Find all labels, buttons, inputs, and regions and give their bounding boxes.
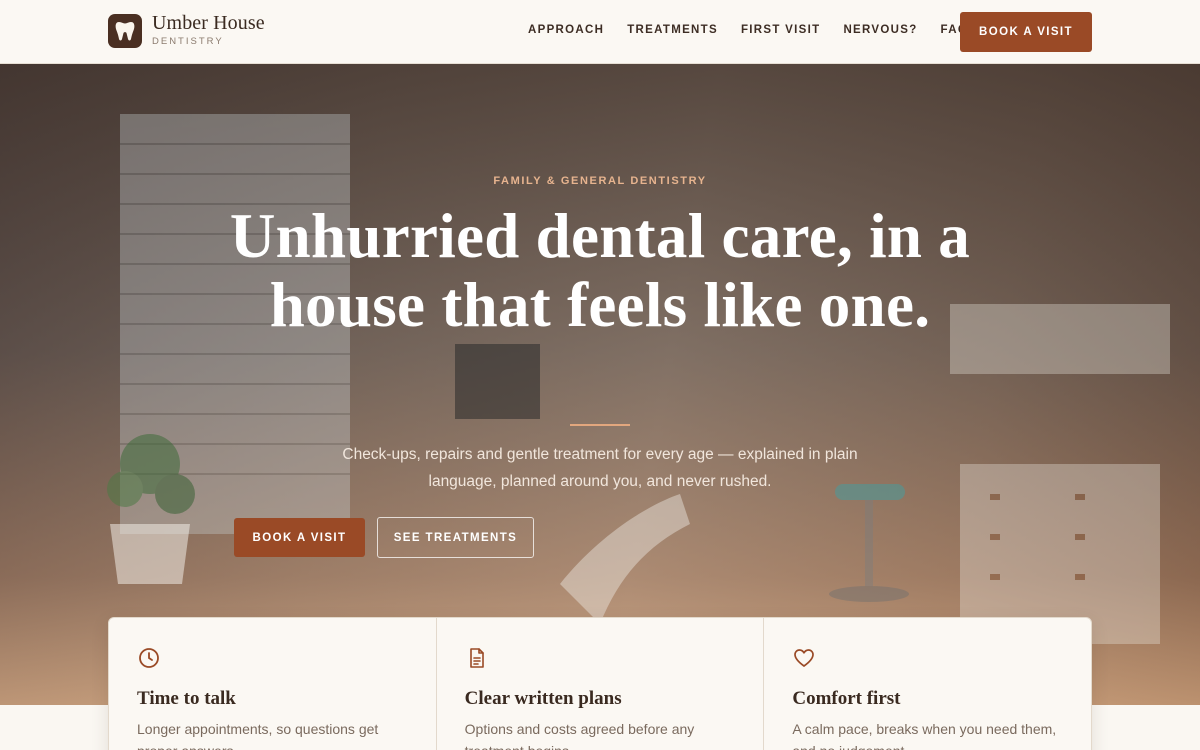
heart-icon [794,649,815,667]
feature-title: Clear written plans [464,688,622,709]
features-panel: Time to talk Longer appointments, so que… [108,617,1092,750]
feature-card-clear-plans: Clear written plans Options and costs ag… [437,618,765,750]
brand-name[interactable]: Umber House [152,12,265,35]
nav-link-approach[interactable]: APPROACH [528,24,604,36]
feature-title: Comfort first [792,688,901,709]
book-visit-button[interactable]: BOOK A VISIT [960,12,1092,52]
feature-text: Longer appointments, so questions get pr… [137,721,379,750]
hero-section: FAMILY & GENERAL DENTISTRY Unhurried den… [0,64,1200,705]
nav-link-treatments[interactable]: TREATMENTS [627,24,718,36]
main-nav: APPROACH TREATMENTS FIRST VISIT NERVOUS?… [528,24,991,36]
hero-background-image [107,114,1170,644]
feature-card-comfort-first: Comfort first A calm pace, breaks when y… [764,618,1091,750]
document-icon [469,648,484,668]
feature-text: Options and costs agreed before any trea… [464,721,695,750]
nav-link-first-visit[interactable]: FIRST VISIT [741,24,820,36]
nav-link-nervous[interactable]: NERVOUS? [843,24,917,36]
tooth-icon[interactable] [108,14,142,48]
hero-divider [570,424,630,426]
site-header: Umber House DENTISTRY APPROACH TREATMENT… [0,0,1200,64]
see-treatments-button[interactable]: SEE TREATMENTS [377,517,534,558]
feature-text: A calm pace, breaks when you need them, … [792,721,1057,750]
brand-tagline: DENTISTRY [152,36,224,47]
hero-title: Unhurried dental care, in a house that f… [229,201,971,340]
clock-icon [139,648,159,668]
hero-eyebrow: FAMILY & GENERAL DENTISTRY [493,175,707,187]
hero-book-visit-button[interactable]: BOOK A VISIT [234,518,365,557]
feature-card-time-to-talk: Time to talk Longer appointments, so que… [109,618,437,750]
hero-subtitle: Check-ups, repairs and gentle treatment … [342,446,858,490]
feature-title: Time to talk [137,688,236,709]
